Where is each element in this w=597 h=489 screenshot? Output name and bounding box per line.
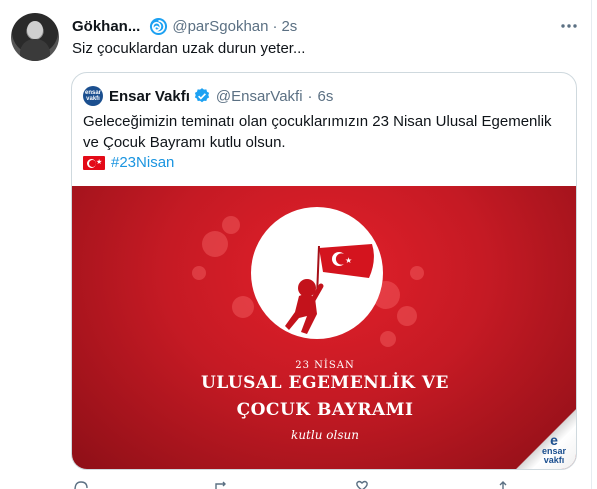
ensar-vakfi-logo: e ensar vakfı xyxy=(536,433,572,465)
quote-text: Geleceğimizin teminatı olan çocuklarımız… xyxy=(83,113,552,151)
decor-bubble xyxy=(397,306,417,326)
decor-bubble xyxy=(410,266,424,280)
share-icon[interactable] xyxy=(494,480,512,489)
tweet-header: Gökhan... @parSgokhan · 2s xyxy=(72,16,297,36)
banner-title-line1: ULUSAL EGEMENLİK VE xyxy=(200,373,449,393)
tweet-text: Siz çocuklardan uzak durun yeter... xyxy=(72,40,306,57)
author-name[interactable]: Gökhan... xyxy=(72,18,140,35)
decor-bubble xyxy=(192,266,206,280)
avatar-head xyxy=(27,21,43,39)
quote-author-avatar[interactable]: ensar vakfı xyxy=(83,86,103,106)
author-handle[interactable]: @parSgokhan xyxy=(172,18,268,35)
avatar-body xyxy=(20,39,50,61)
tweet-time[interactable]: 2s xyxy=(281,18,297,35)
quote-image[interactable]: ★ 23 NİSAN ULUSAL EGEMENLİK VE ÇOCUK BAY… xyxy=(72,186,576,469)
turkish-flag-icon: ★ xyxy=(83,156,105,170)
decor-bubble xyxy=(232,296,254,318)
quote-author-name[interactable]: Ensar Vakfı xyxy=(109,88,190,105)
quote-separator-dot: · xyxy=(307,87,313,105)
svg-text:★: ★ xyxy=(345,256,352,265)
banner-subtitle: kutlu olsun xyxy=(291,428,359,442)
retweet-icon[interactable] xyxy=(213,480,231,489)
flag-crescent-inner xyxy=(89,159,96,167)
flag-star: ★ xyxy=(96,159,103,166)
verified-badge-icon xyxy=(194,88,210,103)
logo-mark: e xyxy=(550,432,558,448)
reply-icon[interactable] xyxy=(72,480,90,489)
banner-title-line2: ÇOCUK BAYRAMI xyxy=(236,400,414,420)
banner-date: 23 NİSAN xyxy=(295,360,355,371)
like-icon[interactable] xyxy=(353,480,371,489)
tweet-actions xyxy=(72,480,512,489)
hashtag-link[interactable]: #23Nisan xyxy=(111,153,174,173)
more-options-icon[interactable] xyxy=(558,15,580,37)
decor-bubble xyxy=(222,216,240,234)
quoted-tweet[interactable]: ensar vakfı Ensar Vakfı @EnsarVakfi · 6s… xyxy=(71,72,577,470)
quote-avatar-text-bottom: vakfı xyxy=(86,96,100,102)
decor-bubble xyxy=(202,231,228,257)
quote-header: ensar vakfı Ensar Vakfı @EnsarVakfi · 6s xyxy=(83,86,333,106)
separator-dot: · xyxy=(272,17,278,35)
spiral-badge-icon xyxy=(150,17,168,35)
author-avatar[interactable] xyxy=(11,13,59,61)
child-with-flag-illustration: ★ xyxy=(285,244,374,334)
quote-time[interactable]: 6s xyxy=(318,88,334,105)
quote-author-handle[interactable]: @EnsarVakfi xyxy=(216,88,303,105)
tweet[interactable]: Gökhan... @parSgokhan · 2s Siz çocuklard… xyxy=(0,0,592,489)
logo-text-bottom: vakfı xyxy=(543,455,565,465)
quote-hashtag-line: ★ #23Nisan xyxy=(83,153,174,173)
